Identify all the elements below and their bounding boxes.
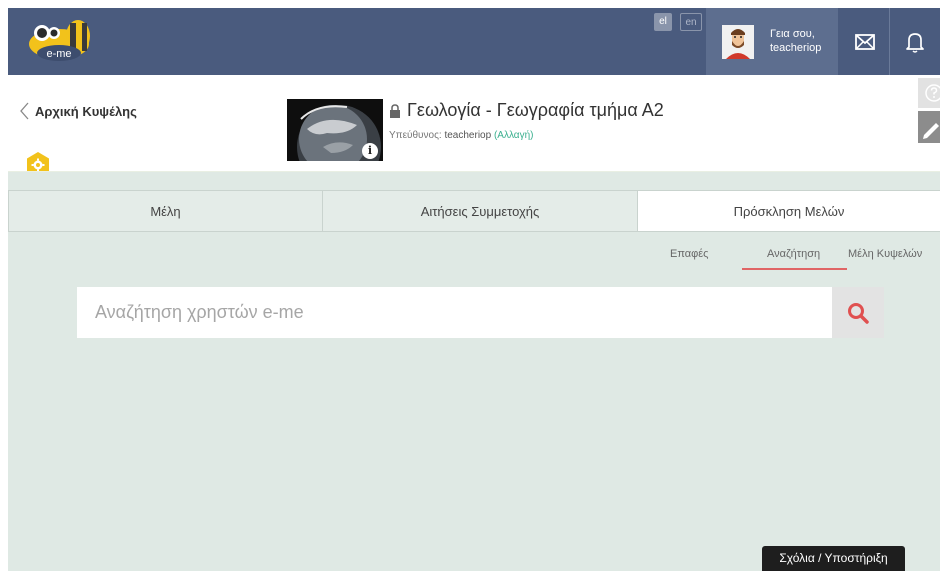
tab-invite-members[interactable]: Πρόσκληση Μελών <box>638 190 940 232</box>
notifications-button[interactable] <box>890 8 940 75</box>
help-button[interactable] <box>918 78 940 108</box>
pencil-icon <box>923 123 939 139</box>
search-button[interactable] <box>832 287 884 338</box>
back-to-home-link[interactable]: Αρχική Κυψέλης <box>20 102 137 120</box>
chevron-left-icon <box>20 102 29 120</box>
subtab-search[interactable]: Αναζήτηση <box>767 248 820 260</box>
avatar <box>722 25 754 59</box>
subtab-contacts[interactable]: Επαφές <box>670 248 708 260</box>
lang-en-button[interactable]: en <box>680 13 702 31</box>
course-title: Γεωλογία - Γεωγραφία τμήμα Α2 <box>407 100 664 120</box>
user-menu[interactable]: Γεια σου, teacheriop <box>706 8 838 75</box>
info-icon[interactable]: i <box>362 143 378 159</box>
members-tabs: Μέλη Αιτήσεις Συμμετοχής Πρόσκληση Μελών <box>8 190 940 232</box>
tab-join-requests[interactable]: Αιτήσεις Συμμετοχής <box>323 190 638 232</box>
logo-text: e-me <box>46 48 71 60</box>
user-search-input[interactable] <box>77 287 832 338</box>
help-icon <box>925 84 940 102</box>
subtab-hive-members[interactable]: Μέλη Κυψελών <box>848 248 922 260</box>
lock-icon <box>390 103 400 118</box>
messages-button[interactable] <box>840 8 889 75</box>
course-owner: Υπεύθυνος: teacheriop (Αλλαγή) <box>389 130 533 141</box>
change-owner-link[interactable]: (Αλλαγή) <box>494 130 534 141</box>
e-me-logo[interactable]: e-me <box>26 17 108 65</box>
top-bar: e-me el en Γεια σου, teacheriop <box>8 8 940 75</box>
page: e-me el en Γεια σου, teacheriop Αρχική Κ… <box>0 0 940 571</box>
username-text: teacheriop <box>770 42 822 54</box>
tab-members[interactable]: Μέλη <box>8 190 323 232</box>
lang-el-button[interactable]: el <box>654 13 672 31</box>
owner-label: Υπεύθυνος: <box>389 130 442 141</box>
search-icon <box>848 302 869 324</box>
mail-icon <box>854 33 875 50</box>
feedback-support-button[interactable]: Σχόλια / Υποστήριξη <box>762 546 905 571</box>
bell-icon <box>906 32 924 53</box>
owner-name: teacheriop <box>444 130 492 141</box>
greeting-text: Γεια σου, <box>770 28 815 40</box>
back-link-label: Αρχική Κυψέλης <box>35 103 137 119</box>
side-toolbar <box>918 78 940 148</box>
course-title-row: Γεωλογία - Γεωγραφία τμήμα Α2 <box>389 100 664 121</box>
user-greeting: Γεια σου, teacheriop <box>770 27 821 55</box>
active-subtab-indicator <box>742 268 847 270</box>
edit-button[interactable] <box>918 111 940 143</box>
